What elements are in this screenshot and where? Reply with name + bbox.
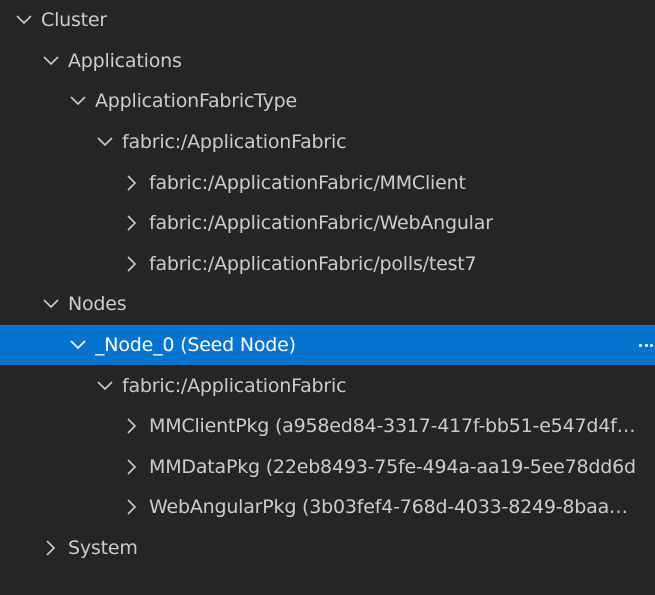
tree-item-label: Cluster [41,9,108,32]
chevron-down-icon[interactable] [41,294,61,314]
tree-item-node-0[interactable]: _Node_0 (Seed Node) [0,324,655,366]
tree-item-service-mmclient[interactable]: fabric:/ApplicationFabric/MMClient [0,162,655,203]
chevron-down-icon[interactable] [68,91,88,111]
chevron-down-icon[interactable] [68,335,88,355]
tree-item-label: ApplicationFabricType [95,90,298,113]
chevron-right-icon[interactable] [122,213,142,233]
cluster-explorer-tree: Cluster Applications ApplicationFabricTy… [0,0,655,595]
chevron-right-icon[interactable] [122,173,142,193]
tree-item-service-webangular[interactable]: fabric:/ApplicationFabric/WebAngular [0,203,655,244]
tree-item-label: MMClientPkg (a958ed84-3317-417f-bb51-e54… [149,415,636,438]
chevron-down-icon[interactable] [95,132,115,152]
tree-item-cluster[interactable]: Cluster [0,0,655,41]
tree-item-deployed-application[interactable]: fabric:/ApplicationFabric [0,365,655,406]
chevron-down-icon[interactable] [41,51,61,71]
tree-item-label: WebAngularPkg (3b03fef4-768d-4033-8249-8… [149,496,636,519]
tree-item-label: MMDataPkg (22eb8493-75fe-494a-aa19-5ee78… [149,455,636,478]
tree-item-label: fabric:/ApplicationFabric/MMClient [149,171,466,194]
tree-item-label: fabric:/ApplicationFabric [122,131,347,154]
chevron-right-icon[interactable] [122,457,142,477]
tree-item-service-polls[interactable]: fabric:/ApplicationFabric/polls/test7 [0,244,655,285]
tree-item-package-mmdata[interactable]: MMDataPkg (22eb8493-75fe-494a-aa19-5ee78… [0,447,655,488]
tree-item-label: fabric:/ApplicationFabric/polls/test7 [149,252,477,275]
more-actions-icon[interactable] [639,342,653,348]
tree-item-application-instance[interactable]: fabric:/ApplicationFabric [0,122,655,163]
chevron-right-icon[interactable] [122,254,142,274]
tree-item-nodes[interactable]: Nodes [0,284,655,325]
tree-item-label: _Node_0 (Seed Node) [95,334,296,357]
tree-item-label: fabric:/ApplicationFabric [122,374,347,397]
tree-item-applications[interactable]: Applications [0,41,655,82]
tree-item-label: System [68,537,138,560]
chevron-down-icon[interactable] [95,376,115,396]
chevron-right-icon[interactable] [122,416,142,436]
tree-item-label: Applications [68,49,182,72]
tree-item-package-webangular[interactable]: WebAngularPkg (3b03fef4-768d-4033-8249-8… [0,487,655,528]
chevron-right-icon[interactable] [41,538,61,558]
tree-item-system[interactable]: System [0,528,655,569]
chevron-right-icon[interactable] [122,497,142,517]
tree-item-label: Nodes [68,293,127,316]
tree-item-application-type[interactable]: ApplicationFabricType [0,81,655,122]
chevron-down-icon[interactable] [14,10,34,30]
tree-item-label: fabric:/ApplicationFabric/WebAngular [149,212,493,235]
tree-item-package-mmclient[interactable]: MMClientPkg (a958ed84-3317-417f-bb51-e54… [0,406,655,447]
